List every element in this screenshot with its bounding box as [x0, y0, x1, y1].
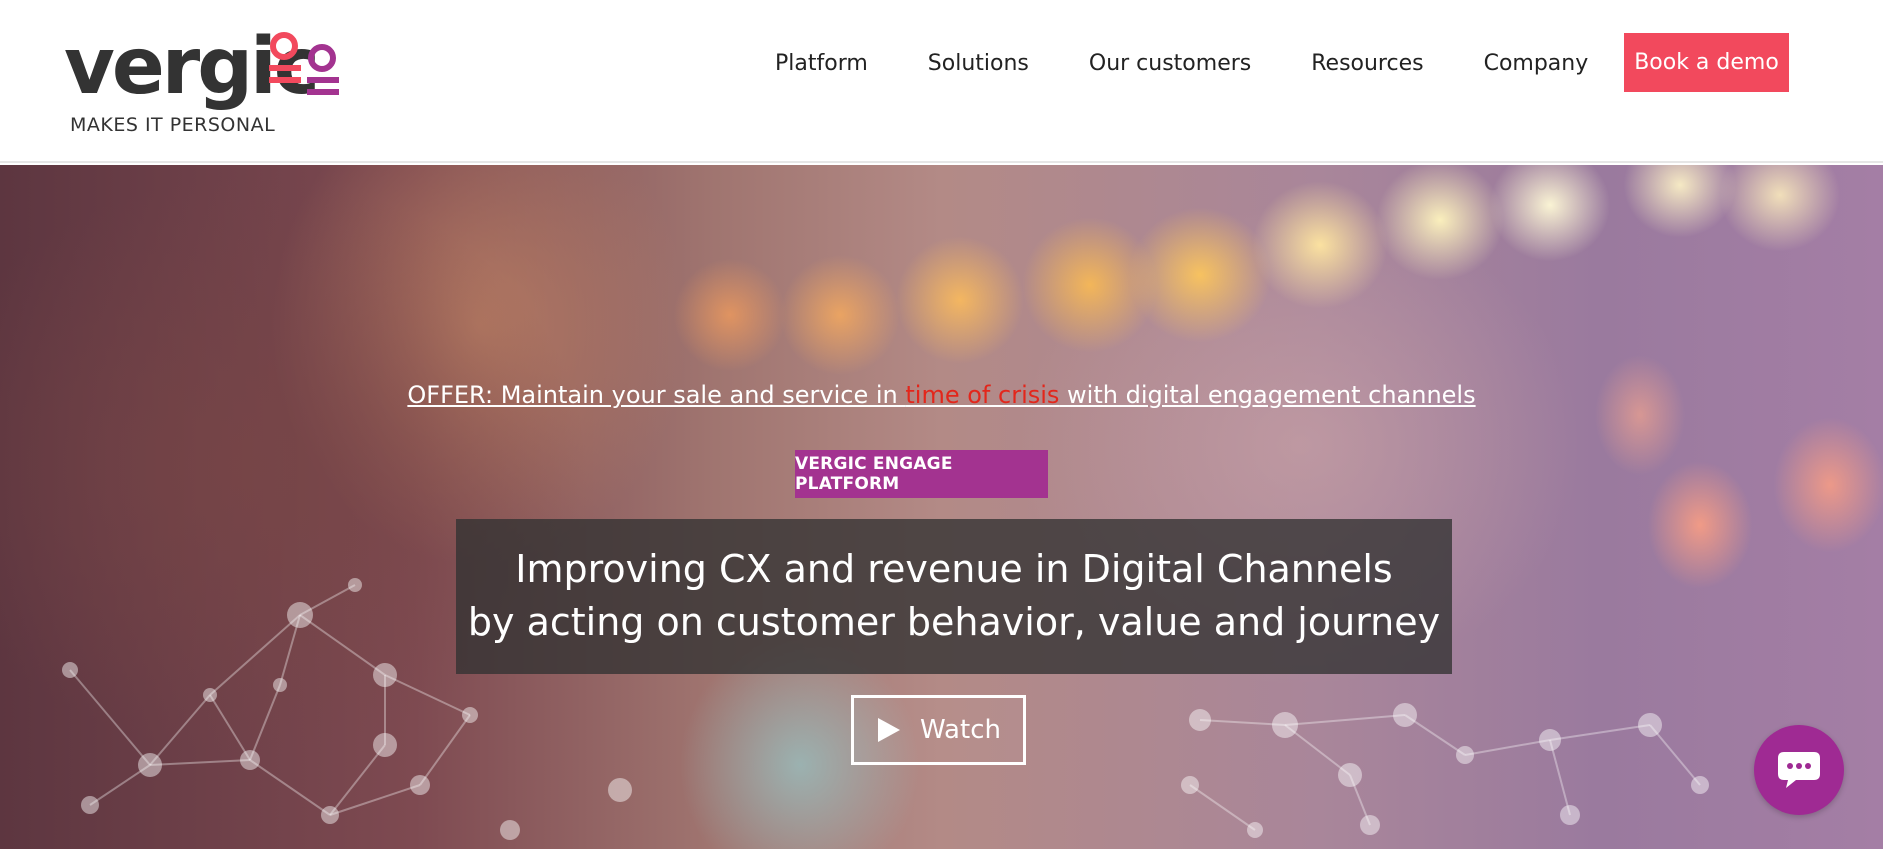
logo-mark-icon: [269, 32, 339, 95]
headline-line-1: Improving CX and revenue in Digital Chan…: [515, 547, 1393, 591]
nav-item-company[interactable]: Company: [1484, 51, 1589, 76]
nav-item-solutions[interactable]: Solutions: [928, 51, 1029, 76]
nav-item-resources[interactable]: Resources: [1311, 51, 1423, 76]
headline-line-2: by acting on customer behavior, value an…: [467, 600, 1441, 644]
nav-item-platform[interactable]: Platform: [775, 51, 868, 76]
logo-tagline: MAKES IT PERSONAL: [70, 114, 276, 136]
offer-text-start: OFFER: Maintain your sale and service in: [407, 381, 906, 409]
vergic-logo[interactable]: vergic MAKES IT PERSONAL: [64, 28, 354, 138]
crisis-offer-link[interactable]: OFFER: Maintain your sale and service in…: [0, 381, 1883, 409]
main-nav: Platform Solutions Our customers Resourc…: [740, 0, 1648, 126]
watch-video-button[interactable]: Watch: [851, 695, 1026, 765]
offer-text-end: with digital engagement channels: [1059, 381, 1476, 409]
offer-text-highlight: time of crisis: [905, 381, 1060, 409]
platform-badge: VERGIC ENGAGE PLATFORM: [795, 450, 1048, 498]
nav-item-our-customers[interactable]: Our customers: [1089, 51, 1251, 76]
play-icon: [878, 718, 901, 742]
hero-headline: Improving CX and revenue in Digital Chan…: [456, 519, 1452, 674]
chat-launcher-button[interactable]: [1754, 725, 1844, 815]
hero-section: OFFER: Maintain your sale and service in…: [0, 165, 1883, 849]
chat-bubble-icon: [1778, 752, 1820, 788]
book-demo-button[interactable]: Book a demo: [1624, 33, 1789, 92]
watch-label: Watch: [920, 715, 1001, 745]
site-header: vergic MAKES IT PERSONAL Platform Soluti…: [0, 0, 1883, 163]
